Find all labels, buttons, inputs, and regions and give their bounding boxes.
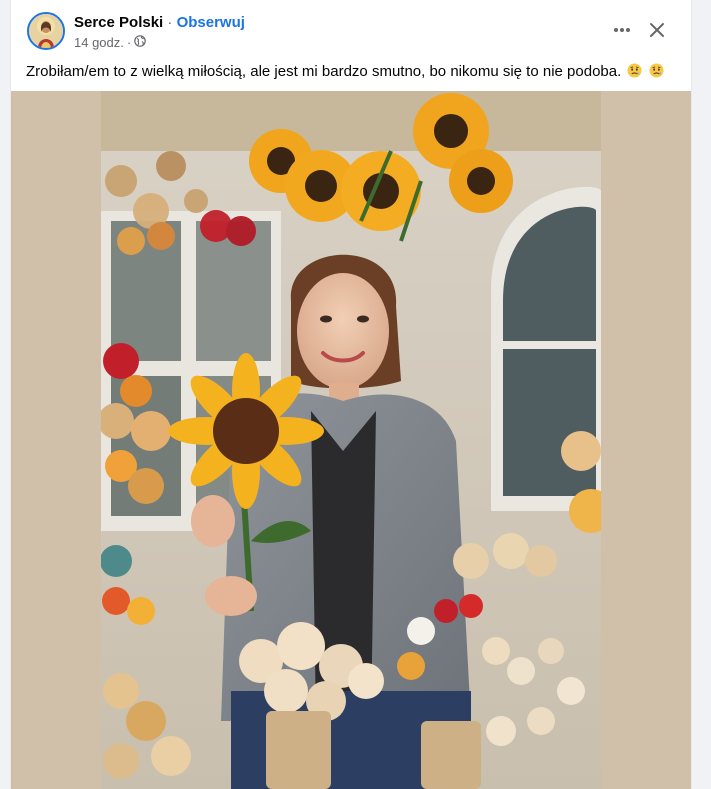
post-card: Serce Polski · Obserwuj 14 godz. · Zrobi…: [11, 0, 691, 789]
close-icon: [650, 23, 664, 37]
sad-relieved-face-emoji: [649, 63, 664, 78]
page-avatar[interactable]: [27, 12, 65, 50]
post-photo[interactable]: [101, 91, 601, 789]
post-photo-illustration: [101, 91, 601, 789]
close-button[interactable]: [643, 16, 671, 44]
post-media[interactable]: [11, 91, 691, 789]
avatar-image: [29, 14, 63, 48]
post-timestamp[interactable]: 14 godz.: [74, 35, 124, 51]
more-options-icon: [614, 28, 630, 32]
post-header: Serce Polski · Obserwuj 14 godz. ·: [11, 0, 691, 58]
more-options-button[interactable]: [608, 16, 636, 44]
author-name[interactable]: Serce Polski: [74, 14, 163, 31]
sad-relieved-face-emoji: [627, 63, 642, 78]
follow-button[interactable]: Obserwuj: [177, 14, 245, 31]
author-separator: ·: [167, 14, 173, 31]
post-meta: 14 godz. ·: [74, 35, 147, 51]
post-text: Zrobiłam/em to z wielką miłością, ale je…: [26, 62, 681, 82]
post-message: Zrobiłam/em to z wielką miłością, ale je…: [26, 63, 622, 80]
meta-separator: ·: [126, 35, 132, 50]
globe-icon[interactable]: [134, 35, 147, 51]
author-line: Serce Polski · Obserwuj: [74, 14, 245, 32]
